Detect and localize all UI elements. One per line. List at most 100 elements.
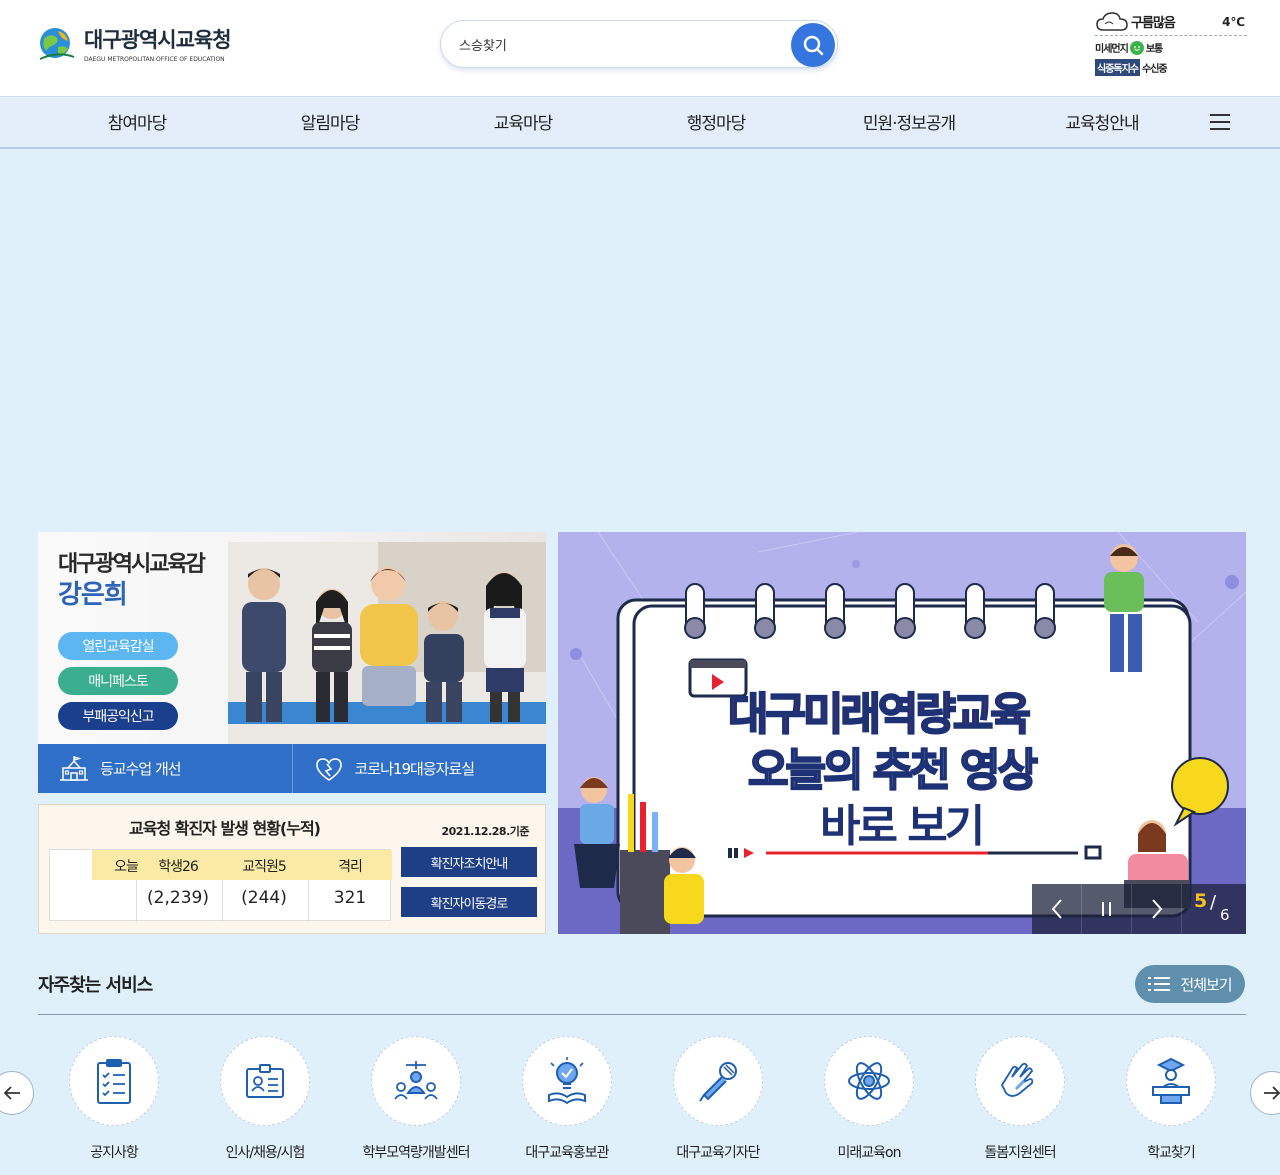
logo-subtitle: DAEGU METROPOLITAN OFFICE OF EDUCATION [84,56,225,63]
search-box [440,20,838,68]
banner-pause-button[interactable] [1082,884,1132,934]
covid-col-students: 학생26 [158,859,199,875]
services-prev-button[interactable] [0,1071,34,1115]
search-button[interactable] [791,23,835,67]
services-title: 자주찾는 서비스 [38,975,153,996]
view-all-button[interactable]: 전체보기 [1135,965,1245,1003]
covid-resources-label: 코로나19대응자료실 [354,760,475,778]
view-all-label: 전체보기 [1180,975,1232,994]
covid-status-title: 교육청 확진자 발생 현황(누적) [129,819,321,838]
quick-links-bar: 등교수업 개선 코로나19대응자료실 [38,744,546,793]
service-label: 대구교육홍보관 [525,1145,609,1161]
service-care-center[interactable]: 돌봄지원센터 [945,1036,1095,1162]
atom-icon [848,1062,890,1100]
food-index-value: 수신중 [1142,64,1168,75]
covid-quarantine-value: 321 [333,888,367,908]
banner-current-page: 5 [1194,890,1208,912]
covid-students-value: (2,239) [147,888,209,908]
banner-line-3: 바로 보기 [820,801,985,852]
pagination-divider: / [1210,892,1217,913]
weather-temperature: 4℃ [1222,15,1245,29]
covid-resources-link[interactable]: 코로나19대응자료실 [291,744,547,793]
cloud-icon [1096,11,1128,31]
lightbulb-book-icon [548,1057,586,1105]
weather-widget: 구름많음 4℃ 미세먼지 보통 식중독지수 수신중 [1095,8,1247,76]
service-personnel[interactable]: 인사/채용/시험 [190,1036,340,1162]
arrow-left-icon [3,1086,20,1100]
chevron-right-icon [1151,899,1162,919]
school-attendance-link[interactable]: 등교수업 개선 [38,744,292,793]
main-nav: 참여마당 알림마당 교육마당 행정마당 민원·정보공개 교육청안내 [0,96,1280,149]
banner-line-1: 대구미래역량교육 [727,688,1032,741]
header: 대구광역시교육청 DAEGU METROPOLITAN OFFICE OF ED… [0,0,1280,96]
food-index-label: 식중독지수 [1095,59,1140,76]
search-input[interactable] [459,33,779,55]
corruption-report-button[interactable]: 부패공익신고 [58,702,178,730]
services-divider [38,1014,1246,1015]
case-route-button[interactable]: 확진자이동경로 [401,887,537,917]
covid-today-label: 오늘 [114,859,139,875]
service-label: 미래교육on [837,1145,902,1161]
service-label: 대구교육기자단 [676,1145,760,1161]
promo-banner[interactable]: 대구미래역량교육 오늘의 추천 영상 바로 보기 5 / 6 [558,532,1246,934]
globe-logo-icon [38,25,76,63]
nav-item-education[interactable]: 교육마당 [494,109,554,134]
nav-item-participation[interactable]: 참여마당 [108,109,168,134]
covid-status-table: 오늘 학생26 교직원5 격리 (2,239) (244) 321 [49,849,392,922]
chevron-left-icon [1051,899,1062,919]
family-icon [394,1061,438,1100]
covid-col-quarantine: 격리 [338,859,363,875]
nav-item-notices[interactable]: 알림마당 [301,109,361,134]
logo[interactable]: 대구광역시교육청 DAEGU METROPOLITAN OFFICE OF ED… [38,24,232,63]
covid-status-panel: 교육청 확진자 발생 현황(누적) 2021.12.28.기준 오늘 학생26 … [38,804,546,934]
smile-icon [1129,40,1144,55]
covid-status-date: 2021.12.28.기준 [441,825,529,838]
fine-dust-label: 미세먼지 [1095,44,1129,55]
service-label: 돌봄지원센터 [984,1145,1056,1161]
school-icon [60,755,88,781]
nav-item-civil-info[interactable]: 민원·정보공개 [863,109,956,134]
arrow-right-icon [1264,1086,1280,1100]
pause-icon [1101,902,1111,916]
list-icon [1148,977,1171,991]
service-future-education[interactable]: 미래교육on [794,1036,944,1162]
banner-line-2: 오늘의 추천 영상 [747,744,1039,797]
service-label: 학교찾기 [1147,1145,1196,1161]
covid-col-staff: 교직원5 [242,859,287,875]
service-school-finder[interactable]: 학교찾기 [1096,1036,1246,1162]
service-label: 학부모역량개발센터 [362,1145,471,1161]
manifesto-button[interactable]: 매니페스토 [58,667,178,695]
school-attendance-label: 등교수업 개선 [100,760,182,778]
hamburger-menu-icon[interactable] [1210,114,1230,130]
service-label: 인사/채용/시험 [225,1145,306,1161]
banner-total-pages: 6 [1220,906,1230,924]
banner-next-button[interactable] [1132,884,1182,934]
microphone-icon [699,1062,737,1102]
logo-title: 대구광역시교육청 [84,28,232,52]
covid-staff-value: (244) [241,888,287,908]
service-promo-hall[interactable]: 대구교육홍보관 [492,1036,642,1162]
banner-controls: 5 / 6 [1032,884,1246,934]
weather-condition: 구름많음 [1131,16,1176,31]
service-notices[interactable]: 공지사항 [39,1036,189,1162]
nav-item-administration[interactable]: 행정마당 [687,109,747,134]
superintendent-name: 강은희 [58,580,128,610]
open-office-button[interactable]: 열린교육감실 [58,632,178,660]
superintendent-students-photo [228,542,546,744]
covid-table-header: 오늘 학생26 교직원5 격리 [92,850,392,880]
graduate-podium-icon [1152,1057,1190,1104]
nav-item-about[interactable]: 교육청안내 [1065,109,1139,134]
fine-dust-value: 보통 [1145,44,1163,55]
superintendent-panel: 대구광역시교육감 강은희 열린교육감실 매니페스토 부패공익신고 [38,532,546,744]
clipboard-checklist-icon [97,1059,131,1104]
service-reporters[interactable]: 대구교육기자단 [643,1036,793,1162]
heart-shield-icon [315,757,342,781]
services-next-button[interactable] [1250,1071,1280,1115]
service-parent-center[interactable]: 학부모역량개발센터 [341,1036,491,1162]
case-guidance-button[interactable]: 확진자조치안내 [401,847,537,877]
hands-icon [1000,1062,1034,1097]
id-card-icon [246,1064,284,1098]
banner-prev-button[interactable] [1032,884,1082,934]
search-icon [803,35,824,56]
banner-pagination: 5 / 6 [1182,884,1246,934]
